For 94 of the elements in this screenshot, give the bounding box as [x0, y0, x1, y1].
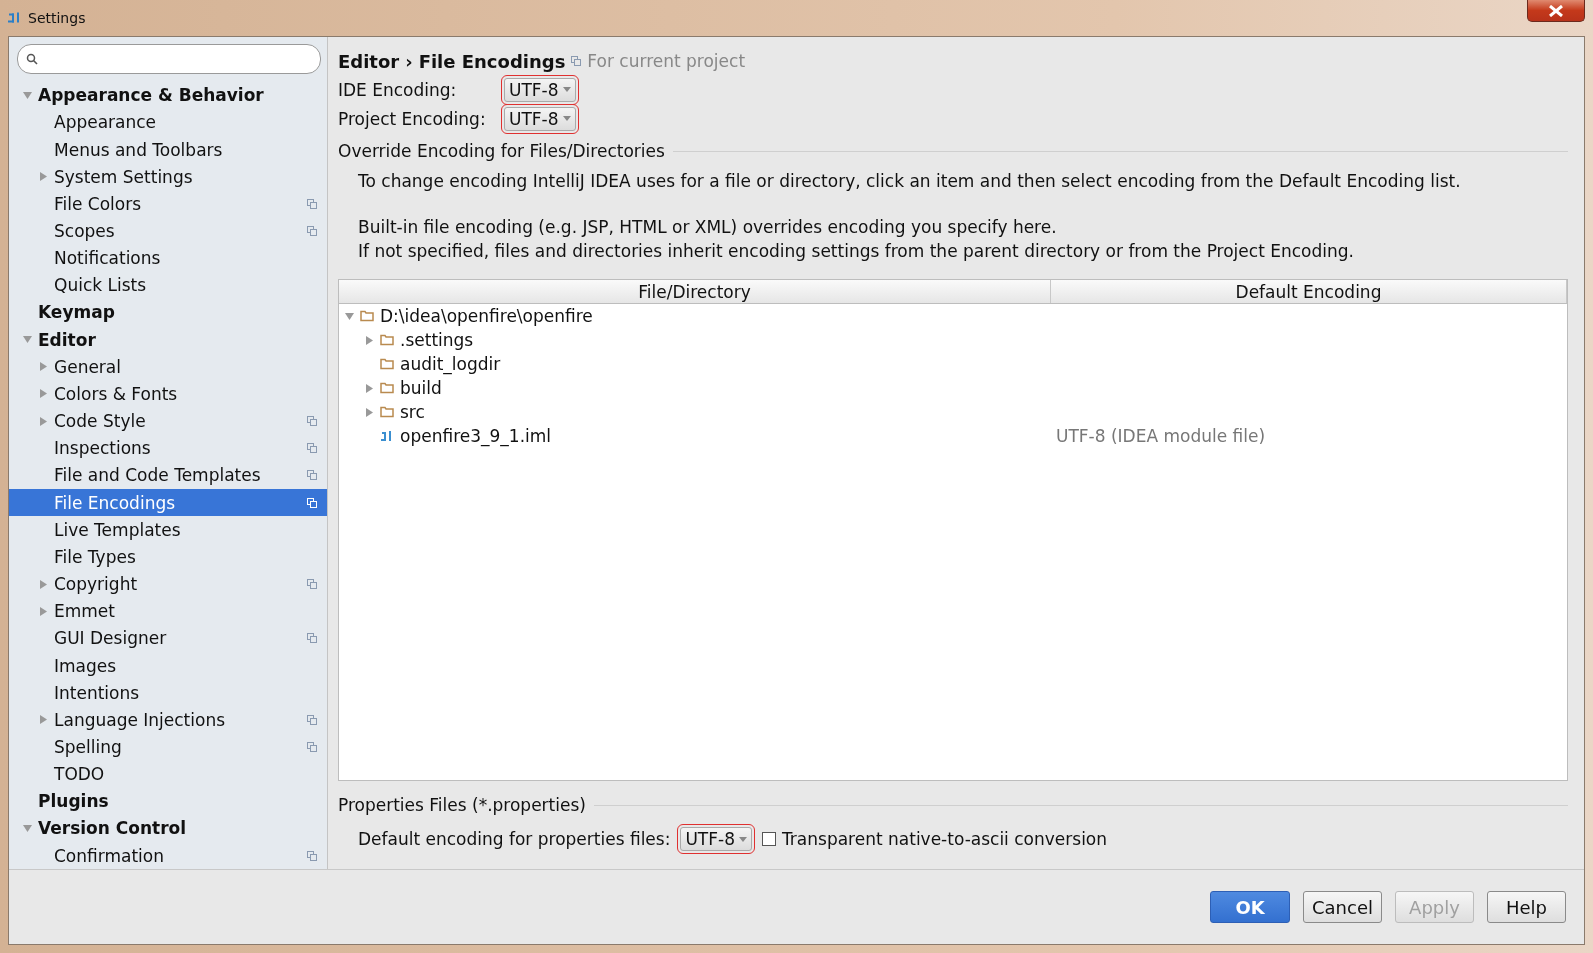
encoding-dropdown[interactable]: UTF-8: [504, 106, 576, 131]
file-name: src: [400, 402, 425, 422]
file-tree-row[interactable]: build: [339, 376, 1567, 400]
checkbox-label: Transparent native-to-ascii conversion: [781, 829, 1108, 849]
search-field[interactable]: [17, 44, 321, 74]
encoding-value: UTF-8 (IDEA module file): [1055, 426, 1266, 446]
encoding-label: Project Encoding:: [338, 108, 487, 129]
project-scope-icon: [571, 56, 582, 66]
settings-tree-item[interactable]: Appearance & Behavior: [9, 81, 327, 109]
dialog-button[interactable]: Help: [1487, 891, 1566, 923]
file-tree-row[interactable]: src: [339, 400, 1567, 424]
folder-icon: [380, 334, 394, 346]
dialog-button[interactable]: Cancel: [1303, 891, 1382, 923]
properties-encoding-label: Default encoding for properties files:: [358, 829, 671, 849]
expand-arrow-icon[interactable]: [39, 579, 48, 589]
settings-tree-item[interactable]: Scopes: [9, 217, 327, 245]
file-name: build: [400, 378, 442, 398]
expand-arrow-icon[interactable]: [39, 606, 48, 616]
caret-icon: [562, 116, 571, 121]
breadcrumb-parent: Editor: [338, 50, 400, 72]
file-name: D:\idea\openfire\openfire: [380, 306, 593, 326]
settings-tree-item[interactable]: Confirmation: [9, 842, 327, 869]
help-text: If not specified, files and directories inherit encoding settings from the parent directory or from the Project Encoding.: [357, 240, 1355, 263]
settings-tree-item[interactable]: Inspections: [9, 434, 327, 462]
dialog-button[interactable]: OK: [1210, 891, 1290, 923]
help-text: Built-in file encoding (e.g. JSP, HTML or XML) overrides encoding you specify here.: [357, 216, 1058, 239]
settings-tree-item[interactable]: File Colors: [9, 190, 327, 218]
file-name: audit_logdir: [400, 354, 501, 374]
section-title: Override Encoding for Files/Directories: [338, 141, 665, 161]
expand-arrow-icon[interactable]: [39, 416, 48, 426]
section-title: Properties Files (*.properties): [338, 795, 586, 815]
column-header[interactable]: File/Directory: [339, 280, 1051, 303]
settings-tree-item[interactable]: Emmet: [9, 597, 327, 625]
column-header[interactable]: Default Encoding: [1051, 280, 1567, 303]
collapse-arrow-icon[interactable]: [345, 311, 354, 321]
settings-tree-item[interactable]: Images: [9, 651, 327, 680]
module-file-icon: [380, 429, 394, 443]
app-logo-icon: [8, 11, 22, 25]
settings-tree-item[interactable]: GUI Designer: [9, 624, 327, 652]
settings-tree-item[interactable]: Language Injections: [9, 706, 327, 734]
settings-tree-item[interactable]: Quick Lists: [9, 271, 327, 299]
settings-tree-item[interactable]: Plugins: [9, 787, 327, 815]
folder-icon: [380, 382, 394, 394]
expand-arrow-icon[interactable]: [365, 335, 374, 345]
close-button[interactable]: [1527, 0, 1585, 22]
breadcrumb-separator: ›: [405, 50, 413, 72]
expand-arrow-icon[interactable]: [39, 389, 48, 399]
settings-tree-item[interactable]: Intentions: [9, 679, 327, 707]
checkbox[interactable]: [761, 832, 776, 846]
collapse-arrow-icon[interactable]: [23, 90, 32, 100]
settings-tree-item[interactable]: File Types: [9, 543, 327, 571]
folder-icon: [380, 406, 394, 418]
collapse-arrow-icon[interactable]: [23, 823, 32, 833]
search-icon: [26, 52, 38, 65]
settings-tree-item[interactable]: Colors & Fonts: [9, 380, 327, 408]
collapse-arrow-icon[interactable]: [23, 335, 32, 345]
encoding-dropdown[interactable]: UTF-8: [504, 77, 576, 102]
file-tree-row[interactable]: openfire3_9_1.iml UTF-8 (IDEA module file): [339, 424, 1567, 448]
settings-tree-item[interactable]: Copyright: [9, 570, 327, 598]
help-text: To change encoding IntelliJ IDEA uses for a file or directory, click an item and then select encoding from the Default Encoding list.: [357, 170, 1462, 193]
folder-icon: [360, 310, 374, 322]
settings-tree-item[interactable]: General: [9, 353, 327, 381]
file-name: .settings: [400, 330, 474, 350]
expand-arrow-icon[interactable]: [39, 715, 48, 725]
file-tree-row[interactable]: audit_logdir: [339, 352, 1567, 376]
window-title: Settings: [28, 10, 86, 26]
settings-tree-item[interactable]: Keymap: [9, 298, 327, 327]
settings-tree-item[interactable]: Menus and Toolbars: [9, 135, 327, 164]
file-tree-row[interactable]: .settings: [339, 328, 1567, 352]
scope-label: For current project: [587, 51, 746, 71]
settings-tree-item[interactable]: TODO: [9, 760, 327, 788]
expand-arrow-icon[interactable]: [39, 172, 48, 182]
settings-tree-item[interactable]: Version Control: [9, 814, 327, 842]
settings-tree-item[interactable]: Appearance: [9, 108, 327, 136]
settings-tree-item[interactable]: File and Code Templates: [9, 461, 327, 489]
encoding-label: IDE Encoding:: [338, 79, 458, 100]
settings-tree-item[interactable]: Live Templates: [9, 516, 327, 544]
close-icon: [1548, 4, 1564, 17]
caret-icon: [738, 836, 747, 842]
file-name: openfire3_9_1.iml: [400, 426, 552, 446]
settings-tree-item[interactable]: File Encodings: [9, 489, 327, 517]
settings-tree-item[interactable]: Notifications: [9, 244, 327, 272]
settings-tree-item[interactable]: Spelling: [9, 733, 327, 761]
breadcrumb-current: File Encodings: [418, 50, 566, 72]
expand-arrow-icon[interactable]: [365, 407, 374, 417]
expand-arrow-icon[interactable]: [365, 383, 374, 393]
encoding-dropdown[interactable]: UTF-8: [680, 827, 752, 851]
settings-tree-item[interactable]: Code Style: [9, 407, 327, 435]
settings-tree-item[interactable]: Editor: [9, 326, 327, 354]
expand-arrow-icon[interactable]: [39, 362, 48, 372]
folder-icon: [380, 358, 394, 370]
file-tree-row[interactable]: D:\idea\openfire\openfire: [339, 304, 1567, 328]
caret-icon: [562, 87, 571, 92]
settings-tree-item[interactable]: System Settings: [9, 163, 327, 191]
